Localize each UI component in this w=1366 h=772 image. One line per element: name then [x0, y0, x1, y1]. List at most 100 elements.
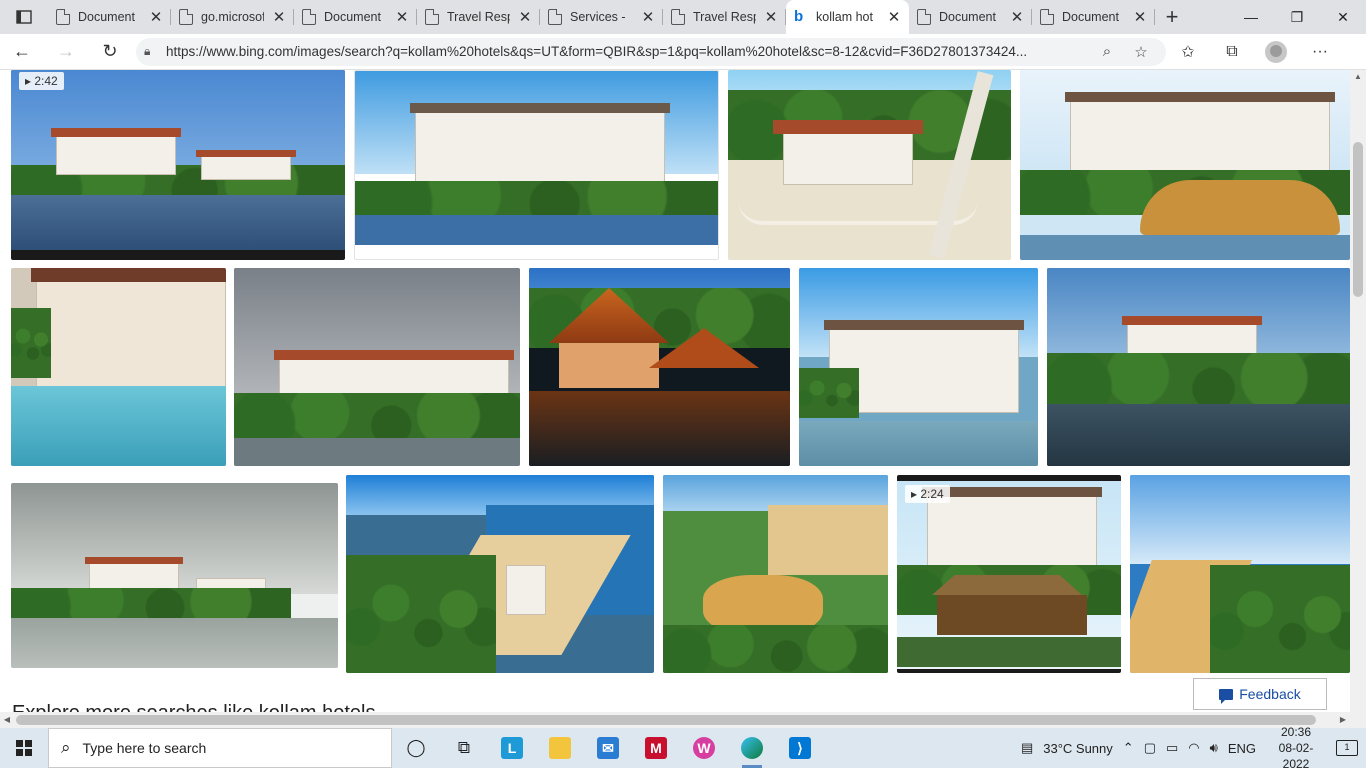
- image-result[interactable]: [11, 483, 338, 668]
- clock[interactable]: 20:36 08-02-2022: [1266, 724, 1326, 772]
- tab-kollam-hotels[interactable]: b kollam hot ✕: [786, 0, 909, 34]
- volume-icon[interactable]: 🔊︎: [1210, 740, 1218, 756]
- image-result[interactable]: [354, 70, 719, 260]
- close-icon[interactable]: ✕: [518, 8, 532, 26]
- image-result[interactable]: [11, 268, 226, 466]
- task-view-icon[interactable]: ⧉: [440, 728, 488, 768]
- image-results-grid: ▸ 2:42 ▸ 2:24 Feedback: [0, 70, 1350, 712]
- tab-title: go.microsoft: [201, 10, 264, 24]
- horizontal-scrollbar[interactable]: ◀ ▶: [0, 712, 1366, 728]
- favorites-icon[interactable]: ✩: [1166, 34, 1210, 70]
- mail-icon[interactable]: ✉: [584, 728, 632, 768]
- image-result[interactable]: ▸ 2:42: [11, 70, 345, 260]
- close-icon[interactable]: ✕: [641, 8, 655, 26]
- weather-icon[interactable]: ▤: [1021, 740, 1033, 756]
- device-icon[interactable]: ▢: [1144, 740, 1156, 756]
- tab-title: Travel Resp: [447, 10, 510, 24]
- image-result[interactable]: ▸ 2:24: [897, 475, 1121, 673]
- image-result[interactable]: [1130, 475, 1350, 673]
- tab-title: Services -: [570, 10, 626, 24]
- scroll-left-icon[interactable]: ◀: [0, 712, 14, 728]
- mcafee-icon[interactable]: M: [632, 728, 680, 768]
- close-icon[interactable]: ✕: [887, 8, 901, 26]
- refresh-button[interactable]: ↻: [88, 34, 132, 70]
- close-icon[interactable]: ✕: [272, 8, 286, 26]
- tab-title: Travel Resp: [693, 10, 756, 24]
- video-duration-badge: ▸ 2:24: [905, 485, 950, 503]
- cortana-icon[interactable]: ◯: [392, 728, 440, 768]
- restore-icon[interactable]: ❐: [1274, 0, 1320, 34]
- url-text[interactable]: https://www.bing.com/images/search?q=kol…: [166, 44, 1090, 59]
- l-app-icon[interactable]: L: [488, 728, 536, 768]
- tab-travel-resp-1[interactable]: Travel Resp ✕: [417, 0, 540, 34]
- image-result[interactable]: [529, 268, 790, 466]
- vertical-scroll-thumb[interactable]: [1353, 142, 1363, 297]
- add-favorite-icon[interactable]: ☆: [1124, 43, 1158, 61]
- page-icon: [179, 9, 193, 25]
- back-button[interactable]: ←: [0, 34, 44, 70]
- page-icon: [917, 9, 931, 25]
- feedback-icon: [1219, 688, 1234, 704]
- tab-document-4[interactable]: Document ✕: [1032, 0, 1155, 34]
- close-icon[interactable]: ✕: [149, 8, 163, 26]
- tab-document-3[interactable]: Document ✕: [909, 0, 1032, 34]
- feedback-button[interactable]: Feedback: [1193, 678, 1327, 710]
- image-result[interactable]: [234, 268, 520, 466]
- start-button[interactable]: [0, 728, 48, 768]
- vertical-scrollbar[interactable]: ▲: [1350, 70, 1366, 712]
- close-icon[interactable]: ✕: [395, 8, 409, 26]
- forward-button[interactable]: →: [44, 34, 88, 70]
- collections-icon[interactable]: ⧉: [1210, 34, 1254, 70]
- notification-count: 1: [1344, 742, 1350, 752]
- forward-arrow-icon: →: [57, 41, 75, 61]
- tab-services[interactable]: Services - ✕: [540, 0, 663, 34]
- image-result[interactable]: [1020, 70, 1350, 260]
- edge-browser-icon[interactable]: [728, 728, 776, 768]
- page-icon: [1040, 9, 1054, 25]
- page-icon: [671, 9, 685, 25]
- image-result[interactable]: [663, 475, 888, 673]
- address-bar[interactable]: 🔒︎ https://www.bing.com/images/search?q=…: [136, 37, 1166, 66]
- page-icon: [56, 9, 70, 25]
- battery-icon[interactable]: ▭: [1166, 740, 1178, 756]
- weather-text[interactable]: 33°C Sunny: [1043, 741, 1113, 756]
- close-icon[interactable]: ✕: [1010, 8, 1024, 26]
- video-duration: 2:24: [920, 487, 944, 501]
- vscode-icon[interactable]: ⟩: [776, 728, 824, 768]
- tab-title: Document: [939, 10, 996, 24]
- minimize-icon[interactable]: —: [1228, 0, 1274, 34]
- network-icon[interactable]: ◠: [1188, 740, 1199, 756]
- tab-go-microsoft[interactable]: go.microsoft ✕: [171, 0, 294, 34]
- image-result[interactable]: [728, 70, 1011, 260]
- zoom-icon[interactable]: ⌕: [1090, 43, 1124, 60]
- profile-button[interactable]: [1254, 34, 1298, 70]
- window-close-icon[interactable]: ✕: [1320, 0, 1366, 34]
- tab-actions-button[interactable]: [0, 0, 48, 34]
- tab-document-2[interactable]: Document ✕: [294, 0, 417, 34]
- scroll-up-icon[interactable]: ▲: [1350, 70, 1366, 84]
- taskbar-search-box[interactable]: ⌕ Type here to search: [48, 728, 392, 768]
- chevron-up-icon[interactable]: ⌃: [1123, 740, 1134, 756]
- windows-taskbar: ⌕ Type here to search ◯ ⧉ L ✉ M W ⟩ ▤ 33…: [0, 725, 1366, 771]
- settings-more-icon[interactable]: ···: [1298, 34, 1342, 70]
- close-icon[interactable]: ✕: [764, 8, 778, 26]
- page-icon: [425, 9, 439, 25]
- language-indicator[interactable]: ENG: [1228, 741, 1256, 756]
- image-result[interactable]: [799, 268, 1038, 466]
- image-result[interactable]: [346, 475, 654, 673]
- w-app-icon[interactable]: W: [680, 728, 728, 768]
- page-icon: [548, 9, 562, 25]
- close-icon[interactable]: ✕: [1133, 8, 1147, 26]
- new-tab-button[interactable]: +: [1155, 0, 1189, 34]
- search-icon: ⌕: [61, 738, 71, 757]
- horizontal-scroll-thumb[interactable]: [16, 715, 1316, 725]
- file-explorer-icon[interactable]: [536, 728, 584, 768]
- system-tray: ▤ 33°C Sunny ⌃ ▢ ▭ ◠ 🔊︎ ENG 20:36 08-02-…: [1021, 725, 1366, 771]
- tab-document-1[interactable]: Document ✕: [48, 0, 171, 34]
- scroll-right-icon[interactable]: ▶: [1336, 712, 1350, 728]
- avatar: [1265, 40, 1287, 63]
- video-duration: 2:42: [34, 74, 58, 88]
- image-result[interactable]: [1047, 268, 1350, 466]
- tab-travel-resp-2[interactable]: Travel Resp ✕: [663, 0, 786, 34]
- notification-icon[interactable]: 1: [1336, 740, 1358, 756]
